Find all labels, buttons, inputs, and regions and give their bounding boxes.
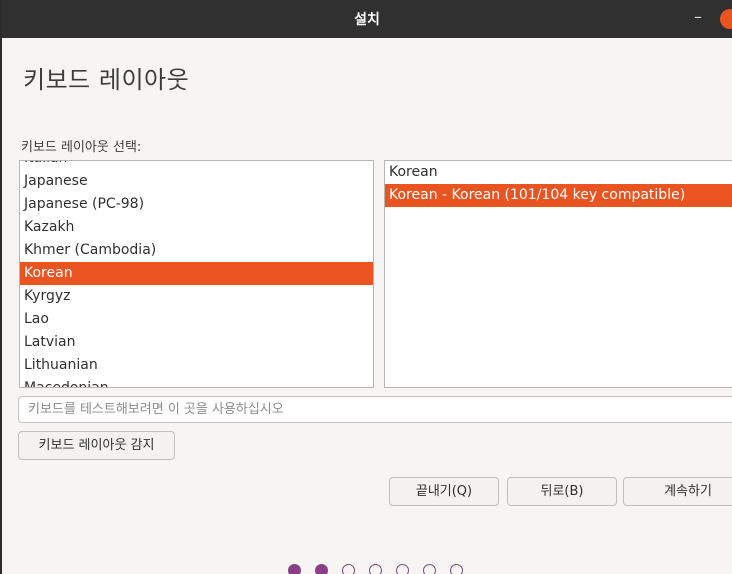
back-button[interactable]: 뒤로(B) bbox=[507, 477, 617, 506]
step-dot bbox=[396, 564, 409, 574]
language-list-item[interactable]: Kazakh bbox=[20, 216, 373, 239]
title-bar: 설치 – bbox=[2, 0, 732, 38]
step-dot bbox=[423, 564, 436, 574]
step-dot bbox=[288, 564, 301, 574]
variant-list[interactable]: Korean Korean - Korean (101/104 key compa… bbox=[384, 160, 732, 388]
keyboard-test-input[interactable] bbox=[18, 396, 732, 423]
minimize-icon[interactable]: – bbox=[690, 9, 706, 25]
language-list-item[interactable]: Lao bbox=[20, 308, 373, 331]
variant-list-item[interactable]: Korean - Korean (101/104 key compatible) bbox=[385, 184, 732, 207]
installer-window: 설치 – 키보드 레이아웃 키보드 레이아웃 선택: ItalianJapane… bbox=[2, 0, 732, 574]
language-list[interactable]: ItalianJapaneseJapanese (PC-98)KazakhKhm… bbox=[19, 160, 374, 388]
language-list-item[interactable]: Japanese (PC-98) bbox=[20, 193, 373, 216]
language-list-item[interactable]: Latvian bbox=[20, 331, 373, 354]
continue-button[interactable]: 계속하기 bbox=[623, 477, 732, 506]
detect-layout-button[interactable]: 키보드 레이아웃 감지 bbox=[18, 431, 175, 460]
quit-button[interactable]: 끝내기(Q) bbox=[389, 477, 499, 506]
window-title: 설치 bbox=[354, 12, 380, 28]
language-list-item[interactable]: Korean bbox=[20, 262, 373, 285]
language-list-item[interactable]: Japanese bbox=[20, 170, 373, 193]
step-dot bbox=[342, 564, 355, 574]
variant-list-items: Korean Korean - Korean (101/104 key compa… bbox=[385, 161, 732, 207]
language-list-items: ItalianJapaneseJapanese (PC-98)KazakhKhm… bbox=[20, 161, 373, 387]
step-dot bbox=[315, 564, 328, 574]
layout-select-label: 키보드 레이아웃 선택: bbox=[21, 140, 142, 155]
step-dot bbox=[450, 564, 463, 574]
language-list-item[interactable]: Macedonian bbox=[20, 377, 373, 387]
language-list-item[interactable]: Italian bbox=[20, 161, 373, 170]
language-list-item[interactable]: Khmer (Cambodia) bbox=[20, 239, 373, 262]
language-list-item[interactable]: Lithuanian bbox=[20, 354, 373, 377]
step-dot bbox=[369, 564, 382, 574]
page-title: 키보드 레이아웃 bbox=[23, 66, 190, 94]
language-list-item[interactable]: Kyrgyz bbox=[20, 285, 373, 308]
variant-list-item[interactable]: Korean bbox=[385, 161, 732, 184]
